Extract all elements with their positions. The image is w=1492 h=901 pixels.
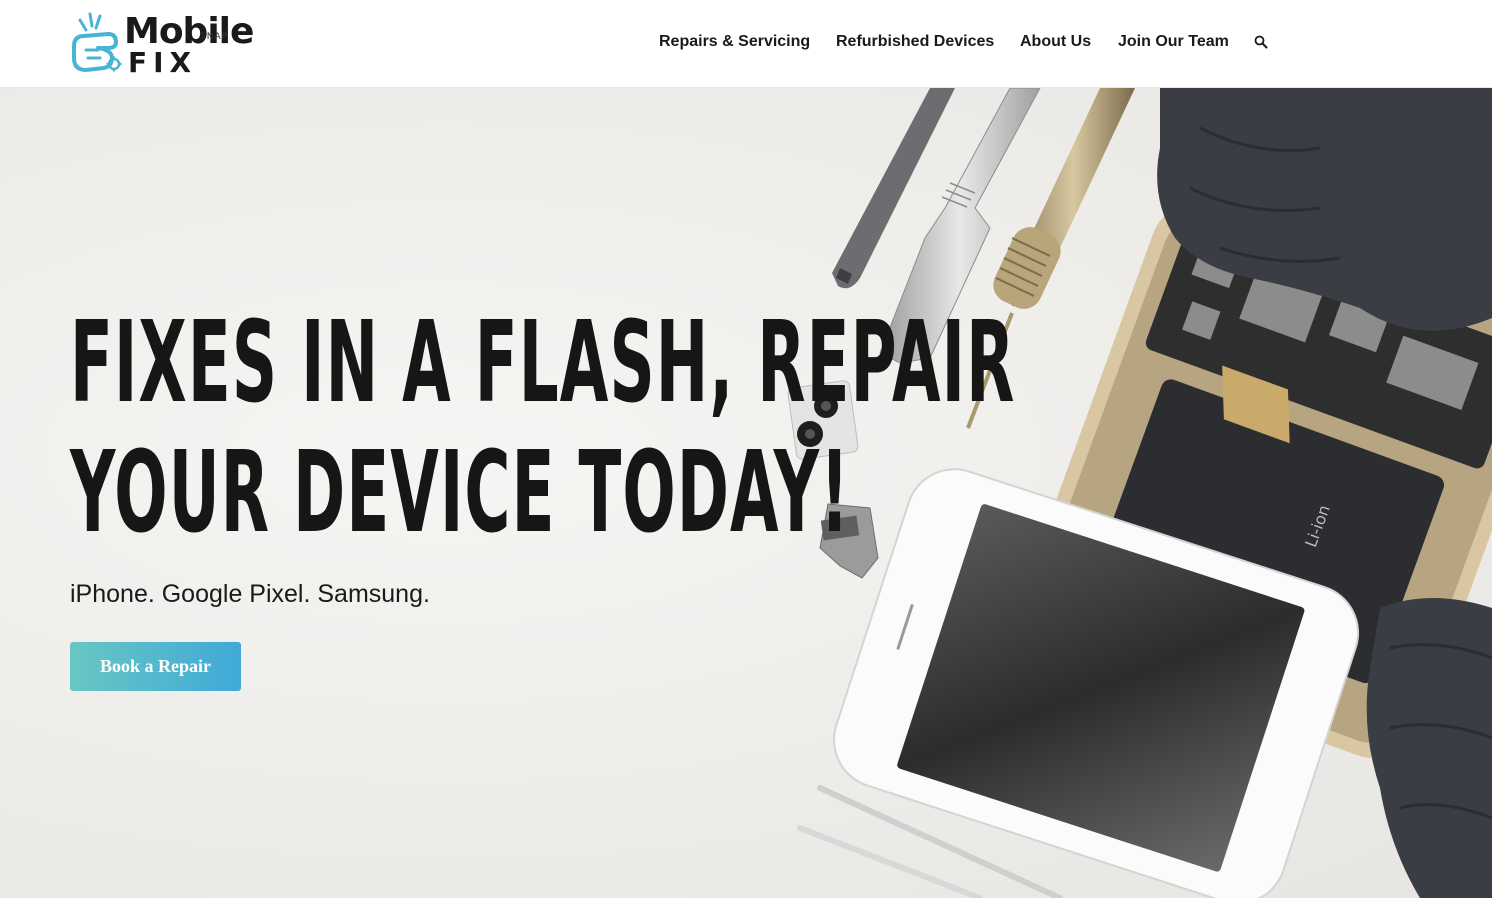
- nav-item-refurbished-devices[interactable]: Refurbished Devices: [836, 32, 994, 52]
- nav-item-repairs-servicing[interactable]: Repairs & Servicing: [659, 32, 810, 52]
- site-logo[interactable]: Mobile SNAP FIX: [68, 8, 268, 80]
- site-header: Mobile SNAP FIX Repairs & Servicing Refu…: [0, 0, 1492, 88]
- logo-word-snap: SNAP: [200, 32, 229, 42]
- search-icon[interactable]: [1254, 35, 1268, 49]
- gear-icon: [106, 56, 122, 72]
- hero-headline-line1: FIXES IN A FLASH, REPAIR: [70, 298, 1016, 428]
- logo-word-fix: FIX: [128, 46, 198, 79]
- hero-section: Li-ion FIXES IN A FLASH, REPAIR YOUR DEV…: [0, 88, 1492, 898]
- book-repair-button[interactable]: Book a Repair: [70, 642, 241, 691]
- hero-subtitle: iPhone. Google Pixel. Samsung.: [70, 580, 430, 608]
- nav-item-about-us[interactable]: About Us: [1020, 32, 1091, 52]
- nav-item-join-our-team[interactable]: Join Our Team: [1118, 32, 1229, 52]
- hero-headline: FIXES IN A FLASH, REPAIR YOUR DEVICE TOD…: [70, 298, 1016, 558]
- logo-word-mobile: Mobile: [124, 11, 254, 52]
- hero-headline-line2: YOUR DEVICE TODAY!: [70, 428, 850, 558]
